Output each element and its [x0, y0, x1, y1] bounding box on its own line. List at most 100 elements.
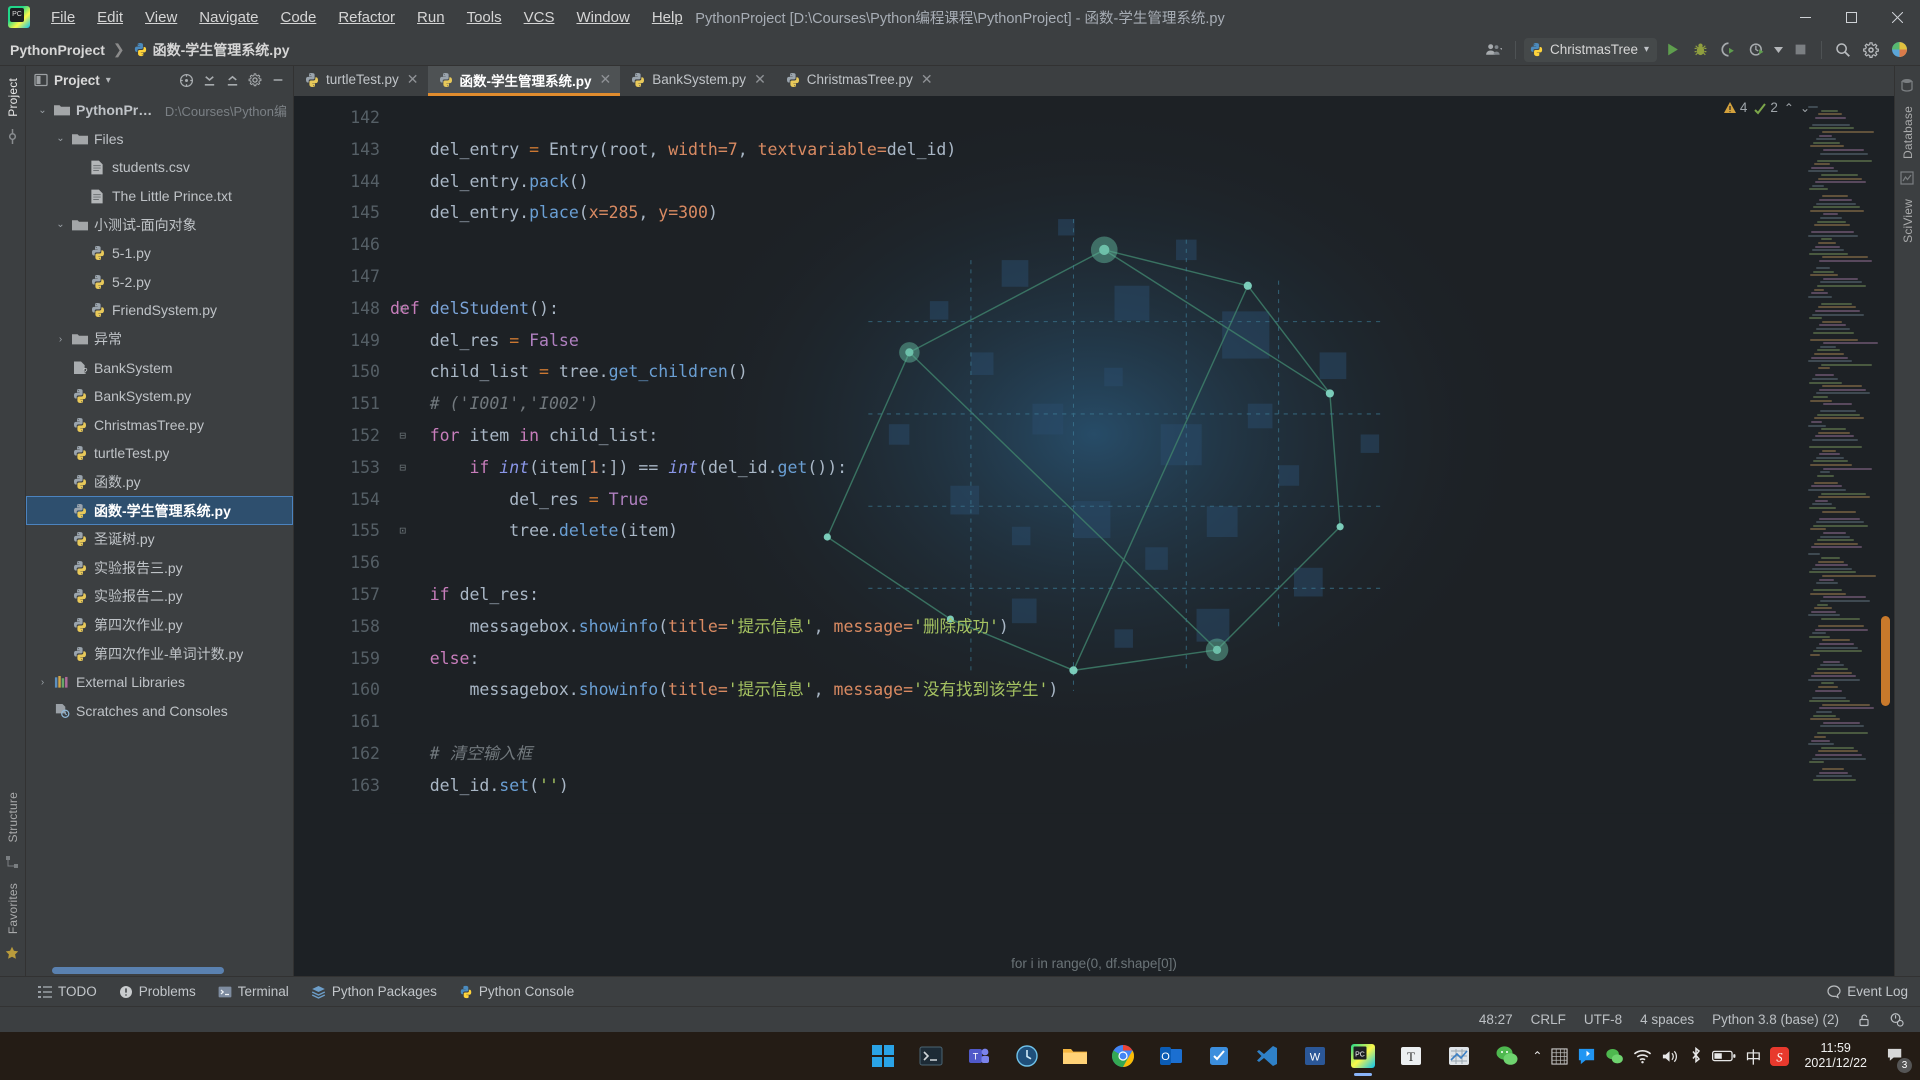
line-number[interactable]: 147 [294, 261, 390, 293]
tool-window-python-packages[interactable]: Python Packages [301, 981, 447, 1002]
line-number[interactable]: 162 [294, 738, 390, 770]
code-line[interactable]: # ('I001','I002') [390, 388, 1894, 420]
code-line[interactable]: del_id.set('') [390, 770, 1894, 802]
select-opened-file-icon[interactable] [175, 69, 197, 91]
close-icon[interactable]: ✕ [600, 71, 612, 88]
tree-item-0[interactable]: ⌄ PythonProject D:\Courses\Python编 [26, 96, 293, 125]
line-number[interactable]: 154 [294, 484, 390, 516]
code-editor[interactable]: 142 143 144 145 146 147 148 ⊟ 149 150 151 152 ⊟ 153 ⊟ 1… [294, 96, 1894, 976]
breadcrumb-root[interactable]: PythonProject [10, 42, 105, 58]
run-coverage-button[interactable] [1715, 38, 1741, 62]
code-line[interactable]: child_list = tree.get_children() [390, 356, 1894, 388]
python-interpreter[interactable]: Python 3.8 (base) (2) [1712, 1012, 1839, 1027]
line-number[interactable]: 153 ⊟ [294, 452, 406, 484]
editor-vertical-scrollbar[interactable] [1881, 616, 1890, 706]
taskbar-clock[interactable]: 11:59 2021/12/22 [1798, 1041, 1873, 1071]
chevron-down-icon[interactable]: ⌄ [54, 219, 67, 230]
taskbar-typora[interactable]: T [1388, 1034, 1434, 1078]
tool-window-terminal[interactable]: Terminal [208, 981, 299, 1002]
tray-bluetooth-icon[interactable] [1689, 1047, 1703, 1065]
inspection-widget[interactable]: 4 2 ⌃ ⌄ [1723, 100, 1810, 115]
code-line[interactable]: del_res = True [390, 484, 1894, 516]
rail-favorites-star-icon[interactable] [5, 946, 21, 962]
gear-icon[interactable] [1858, 38, 1884, 62]
code-line[interactable]: if del_res: [390, 579, 1894, 611]
stop-button[interactable] [1787, 38, 1813, 62]
minimize-button[interactable] [1782, 0, 1828, 34]
code-lines[interactable]: del_entry = Entry(root, width=7, textvar… [390, 96, 1894, 976]
editor-tab-2[interactable]: BankSystem.py ✕ [620, 66, 775, 96]
line-number[interactable]: 145 [294, 197, 390, 229]
expand-all-icon[interactable] [198, 69, 220, 91]
tool-window-todo[interactable]: TODO [28, 981, 107, 1002]
code-line[interactable]: def delStudent(): [390, 293, 1894, 325]
inspection-icon[interactable] [1889, 1012, 1904, 1027]
line-number[interactable]: 157 [294, 579, 390, 611]
tray-wechat-icon[interactable] [1605, 1047, 1624, 1066]
taskbar-file-explorer[interactable] [1052, 1034, 1098, 1078]
rail-item-project[interactable]: Project [6, 72, 20, 123]
profile-button[interactable] [1743, 38, 1769, 62]
code-line[interactable]: if int(item[1:]) == int(del_id.get()): [390, 452, 1894, 484]
taskbar-terminal[interactable] [908, 1034, 954, 1078]
line-number[interactable]: 151 [294, 388, 390, 420]
code-line[interactable]: del_entry.pack() [390, 166, 1894, 198]
tool-window-python-console[interactable]: Python Console [449, 981, 584, 1002]
menu-view[interactable]: View [134, 5, 188, 30]
rail-sciview-icon[interactable] [1899, 171, 1916, 187]
code-line[interactable]: messagebox.showinfo(title='提示信息', messag… [390, 674, 1894, 706]
tree-item-11[interactable]: ChristmasTree.py [26, 411, 293, 440]
tray-ime-indicator[interactable]: 中 [1745, 1044, 1761, 1068]
rail-item-favorites[interactable]: Favorites [6, 877, 20, 940]
editor-tab-3[interactable]: ChristmasTree.py ✕ [775, 66, 942, 96]
taskbar-pycharm[interactable]: PC [1340, 1034, 1386, 1078]
tool-window-problems[interactable]: Problems [109, 981, 206, 1002]
tree-item-20[interactable]: › External Libraries [26, 668, 293, 697]
project-tree[interactable]: ⌄ PythonProject D:\Courses\Python编 ⌄ Files st… [26, 94, 293, 964]
search-everywhere-icon[interactable] [1886, 38, 1912, 62]
tree-item-7[interactable]: FriendSystem.py [26, 296, 293, 325]
debug-button[interactable] [1687, 38, 1713, 62]
taskbar-outlook[interactable]: O [1148, 1034, 1194, 1078]
next-problem-icon[interactable]: ⌄ [1800, 101, 1810, 115]
project-panel-caret-icon[interactable]: ▾ [106, 75, 111, 86]
code-line[interactable]: del_entry.place(x=285, y=300) [390, 197, 1894, 229]
code-line[interactable]: # 清空输入框 [390, 738, 1894, 770]
menu-window[interactable]: Window [565, 5, 640, 30]
line-number[interactable]: 152 ⊟ [294, 420, 406, 452]
maximize-button[interactable] [1828, 0, 1874, 34]
code-line[interactable] [390, 547, 1894, 579]
tree-item-15[interactable]: 圣诞树.py [26, 525, 293, 554]
tray-bluetooth-message-icon[interactable] [1577, 1047, 1596, 1066]
line-number[interactable]: 149 [294, 325, 390, 357]
line-number[interactable]: 148 ⊟ [294, 293, 406, 325]
tree-item-6[interactable]: 5-2.py [26, 268, 293, 297]
taskbar-notes[interactable] [1196, 1034, 1242, 1078]
line-number[interactable]: 159 [294, 643, 390, 675]
taskbar-excel[interactable] [1436, 1034, 1482, 1078]
code-line[interactable]: del_res = False [390, 325, 1894, 357]
collapse-all-icon[interactable] [221, 69, 243, 91]
code-line[interactable]: for item in child_list: [390, 420, 1894, 452]
line-number[interactable]: 155 ⊡ [294, 515, 406, 547]
search-icon[interactable] [1830, 38, 1856, 62]
tree-item-18[interactable]: 第四次作业.py [26, 611, 293, 640]
menu-help[interactable]: Help [641, 5, 694, 30]
chevron-down-icon[interactable]: ⌄ [54, 133, 67, 144]
chevron-down-icon[interactable]: ⌄ [36, 105, 49, 116]
tree-item-4[interactable]: ⌄ 小测试-面向对象 [26, 210, 293, 239]
tree-item-2[interactable]: students.csv [26, 153, 293, 182]
menu-refactor[interactable]: Refactor [327, 5, 406, 30]
line-separator[interactable]: CRLF [1531, 1012, 1566, 1027]
code-line[interactable]: else: [390, 643, 1894, 675]
tray-battery-icon[interactable] [1712, 1049, 1736, 1063]
code-line[interactable]: del_entry = Entry(root, width=7, textvar… [390, 134, 1894, 166]
tree-item-21[interactable]: Scratches and Consoles [26, 696, 293, 725]
warning-count[interactable]: 4 [1723, 100, 1747, 115]
file-encoding[interactable]: UTF-8 [1584, 1012, 1622, 1027]
rail-item-structure[interactable]: Structure [6, 786, 20, 849]
line-number[interactable]: 143 [294, 134, 390, 166]
taskbar-wechat[interactable] [1484, 1034, 1530, 1078]
breadcrumb-file[interactable]: 函数-学生管理系统.py [133, 40, 290, 60]
line-number[interactable]: 161 [294, 706, 390, 738]
